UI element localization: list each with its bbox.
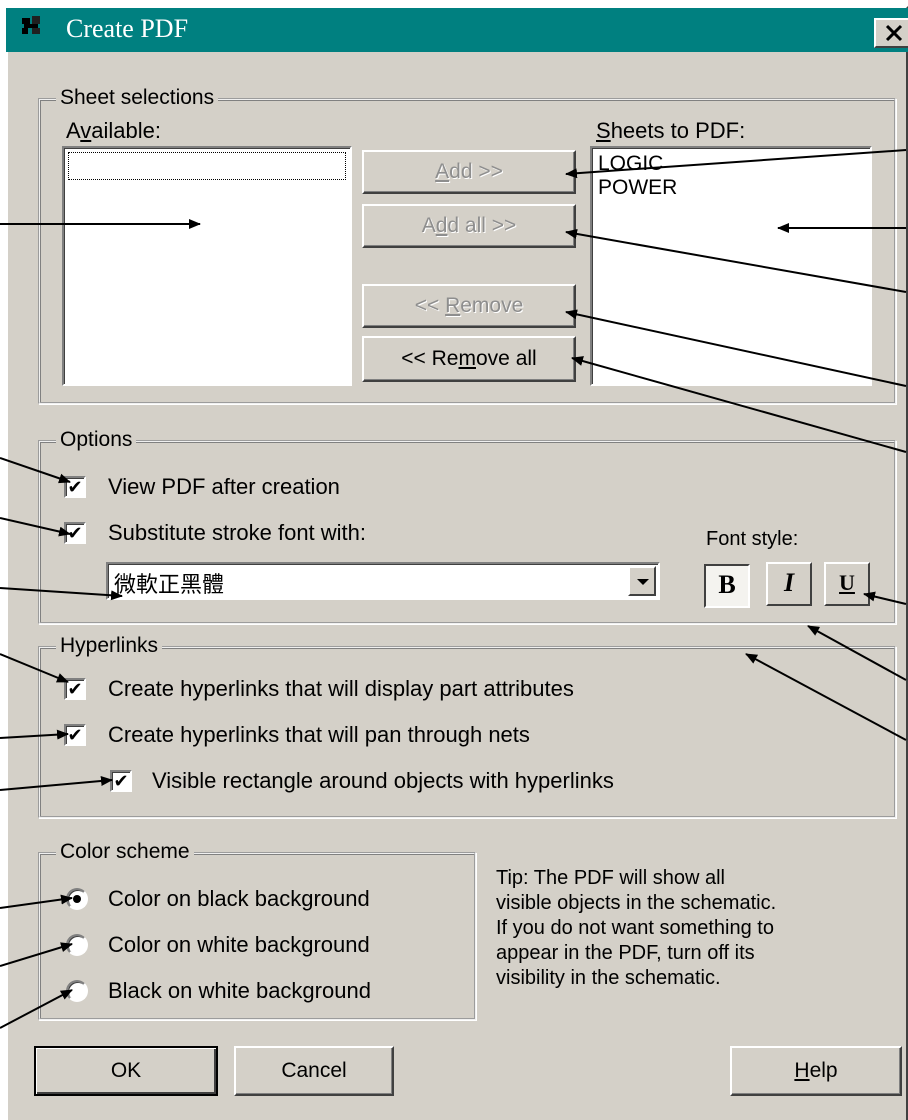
radio-color-on-white[interactable] [66,934,88,956]
title-bar[interactable]: Create PDF [6,8,908,52]
color-on-white-label[interactable]: Color on white background [108,932,370,958]
part-attributes-label[interactable]: Create hyperlinks that will display part… [108,676,574,702]
cancel-button[interactable]: Cancel [234,1046,394,1096]
color-scheme-legend: Color scheme [56,840,194,864]
visible-rectangle-label[interactable]: Visible rectangle around objects with hy… [152,768,614,794]
tip-text: Tip: The PDF will show all visible objec… [496,866,776,991]
tip-line: appear in the PDF, turn off its [496,942,755,964]
focus-rectangle [68,152,346,180]
substitute-font-checkbox[interactable]: ✔ [64,522,86,544]
pan-nets-checkbox[interactable]: ✔ [64,724,86,746]
view-pdf-label[interactable]: View PDF after creation [108,474,340,500]
chevron-down-icon[interactable] [628,566,656,596]
check-mark-icon: ✔ [67,523,83,543]
visible-rectangle-checkbox[interactable]: ✔ [110,770,132,792]
hyperlinks-legend: Hyperlinks [56,634,163,658]
remove-button-label: << Remove [414,294,524,317]
underline-button[interactable]: U [824,562,870,606]
available-listbox[interactable] [62,146,352,386]
check-mark-icon: ✔ [113,771,129,791]
app-icon [22,16,40,34]
italic-icon: I [783,568,795,597]
help-button[interactable]: Help [730,1046,902,1096]
substitute-font-label[interactable]: Substitute stroke font with: [108,520,366,546]
radio-black-on-white[interactable] [66,980,88,1002]
sheets-to-pdf-listbox[interactable]: LOGIC POWER [590,146,872,386]
font-select[interactable]: 微軟正黑體 [106,562,660,600]
font-select-value: 微軟正黑體 [114,572,225,597]
radio-color-on-black[interactable] [66,888,88,910]
check-mark-icon: ✔ [67,679,83,699]
add-all-button[interactable]: Add all >> [362,204,576,248]
font-style-label: Font style: [706,528,799,550]
available-label: Available: [66,118,161,143]
view-pdf-checkbox[interactable]: ✔ [64,476,86,498]
add-button-label: Add >> [435,160,503,183]
tip-line: Tip: The PDF will show all [496,867,725,889]
ok-button-label: OK [110,1059,142,1082]
color-on-black-label[interactable]: Color on black background [108,886,370,912]
cancel-button-label: Cancel [281,1059,347,1082]
tip-line: visible objects in the schematic. [496,892,777,914]
close-icon [885,24,903,42]
check-mark-icon: ✔ [67,725,83,745]
italic-button[interactable]: I [766,562,812,606]
radio-selected-dot [73,895,81,903]
remove-all-button-label: << Remove all [401,347,537,370]
list-item[interactable]: LOGIC [592,152,870,176]
black-on-white-label[interactable]: Black on white background [108,978,371,1004]
ok-button[interactable]: OK [34,1046,218,1096]
tip-line: If you do not want something to [496,917,774,939]
help-button-label: Help [794,1059,838,1082]
options-legend: Options [56,428,137,452]
tip-line: visibility in the schematic. [496,967,721,989]
close-button[interactable] [874,18,908,48]
sheet-selections-legend: Sheet selections [56,86,219,110]
sheets-to-pdf-label: Sheets to PDF: [596,118,746,143]
list-item[interactable]: POWER [592,176,870,200]
underline-icon: U [839,570,855,595]
remove-all-button[interactable]: << Remove all [362,336,576,382]
check-mark-icon: ✔ [67,477,83,497]
bold-icon: B [718,570,736,599]
window-title: Create PDF [66,14,189,43]
remove-button[interactable]: << Remove [362,284,576,328]
pan-nets-label[interactable]: Create hyperlinks that will pan through … [108,722,530,748]
bold-button[interactable]: B [704,564,750,608]
part-attributes-checkbox[interactable]: ✔ [64,678,86,700]
add-all-button-label: Add all >> [421,214,517,237]
add-button[interactable]: Add >> [362,150,576,194]
